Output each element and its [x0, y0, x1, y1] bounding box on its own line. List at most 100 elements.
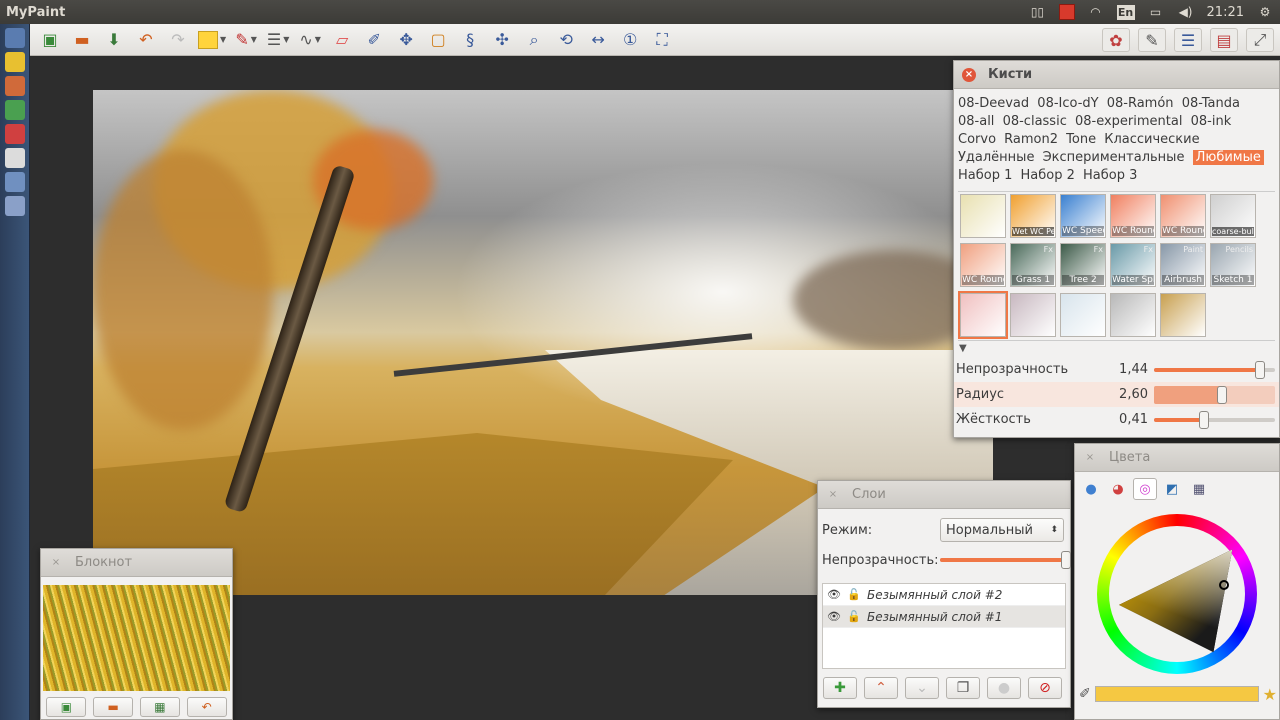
fullscreen-icon[interactable]: ⤢ [1246, 28, 1274, 52]
open-folder-icon[interactable]: ▬ [70, 28, 94, 52]
radius-slider[interactable] [1154, 385, 1275, 404]
brush-group-set-2[interactable]: Набор 2 [1021, 168, 1075, 183]
layer-opacity-slider[interactable] [940, 551, 1071, 569]
current-color-swatch[interactable] [1094, 686, 1259, 702]
layer-row[interactable]: 👁 🔓 Безымянный слой #1 [823, 606, 1065, 628]
brush-thumbnail[interactable]: Wet WC Pencil [1010, 194, 1056, 238]
recording-indicator-icon[interactable] [1058, 4, 1075, 20]
zoom-icon[interactable]: ⌕ [522, 28, 546, 52]
fit-view-icon[interactable]: ⛶ [650, 28, 674, 52]
wifi-icon[interactable]: ◠ [1087, 4, 1105, 20]
browser-icon[interactable] [5, 100, 25, 120]
brush-group-08-ico-dy[interactable]: 08-Ico-dY [1037, 96, 1098, 111]
notes-icon[interactable] [5, 52, 25, 72]
favorite-star-icon[interactable]: ★ [1263, 685, 1277, 704]
merge-layer-button[interactable]: ● [987, 677, 1021, 699]
brush-thumbnail[interactable]: WC Round J1 [1110, 194, 1156, 238]
scratchpad-canvas[interactable] [43, 585, 230, 691]
eyedropper-icon[interactable]: ✐ [362, 28, 386, 52]
brush-panel-toggle-icon[interactable]: ✎ [1138, 28, 1166, 52]
brush-thumbnail[interactable]: Pencils Sketch 1 [1210, 243, 1256, 288]
brush-group-ramon2[interactable]: Ramon2 [1004, 132, 1058, 147]
layers-panel-toggle-icon[interactable]: ☰ [1174, 28, 1202, 52]
brush-group-classic-ru[interactable]: Классические [1104, 132, 1199, 147]
brush-selector-icon[interactable]: ✎ ▼ [234, 28, 258, 52]
brush-settings-expander-icon[interactable]: ▼ [959, 343, 1279, 357]
stroke-icon[interactable]: ∿ ▼ [298, 28, 322, 52]
brush-thumbnail[interactable]: Fx Water Spl [1110, 243, 1156, 288]
close-icon[interactable]: × [1083, 451, 1097, 465]
save-icon[interactable]: ⬇ [102, 28, 126, 52]
color-panel-toggle-icon[interactable]: ✿ [1102, 28, 1130, 52]
clock[interactable]: 21:21 [1207, 5, 1244, 20]
reset-view-icon[interactable]: ① [618, 28, 642, 52]
revert-scratchpad-button[interactable]: ↶ [186, 697, 227, 717]
redo-icon[interactable]: ↷ [166, 28, 190, 52]
brush-group-experimental-ru[interactable]: Экспериментальные [1043, 150, 1185, 165]
close-icon[interactable]: × [49, 556, 63, 570]
visibility-eye-icon[interactable]: 👁 [827, 610, 841, 623]
palette-tab-icon[interactable]: ◩ [1160, 478, 1184, 500]
brush-group-08-tanda[interactable]: 08-Tanda [1182, 96, 1240, 111]
brush-group-08-ramon[interactable]: 08-Ramón [1107, 96, 1174, 111]
brush-thumbnail[interactable]: Fx Tree 2 [1060, 243, 1106, 288]
brush-thumbnail[interactable] [1110, 292, 1156, 337]
close-icon[interactable]: × [826, 488, 840, 502]
eraser-icon[interactable]: ▱ [330, 28, 354, 52]
add-layer-button[interactable]: ✚ [823, 677, 857, 699]
lock-icon[interactable]: 🔓 [847, 610, 861, 623]
brush-group-08-experimental[interactable]: 08-experimental [1075, 114, 1182, 129]
mypaint-icon[interactable] [5, 196, 25, 216]
new-document-icon[interactable]: ▣ [38, 28, 62, 52]
eyedropper-icon[interactable]: ✐ [1079, 686, 1091, 702]
brush-thumbnail[interactable] [1160, 292, 1206, 337]
image-viewer-icon[interactable] [5, 172, 25, 192]
brush-group-tone[interactable]: Tone [1066, 132, 1096, 147]
new-scratchpad-button[interactable]: ▣ [46, 697, 87, 717]
volume-icon[interactable]: ◀) [1177, 4, 1195, 20]
color-swatch-icon[interactable]: ▼ [198, 28, 226, 52]
pan-icon[interactable]: ✥ [394, 28, 418, 52]
symmetry-icon[interactable]: § [458, 28, 482, 52]
brush-thumbnail[interactable] [960, 194, 1006, 238]
brush-group-set-1[interactable]: Набор 1 [958, 168, 1012, 183]
scratchpad-panel-toggle-icon[interactable]: ▤ [1210, 28, 1238, 52]
open-scratchpad-button[interactable]: ▬ [93, 697, 134, 717]
battery-icon[interactable]: ▭ [1147, 4, 1165, 20]
brush-group-08-classic[interactable]: 08-classic [1003, 114, 1067, 129]
duplicate-layer-button[interactable]: ❐ [946, 677, 980, 699]
delete-layer-button[interactable]: ⊘ [1028, 677, 1062, 699]
brush-group-set-3[interactable]: Набор 3 [1083, 168, 1137, 183]
brush-thumbnail[interactable]: WC Speed II [1060, 194, 1106, 238]
component-sliders-tab-icon[interactable]: ◕ [1106, 478, 1130, 500]
brush-group-08-deevad[interactable]: 08-Deevad [958, 96, 1029, 111]
frame-icon[interactable]: ▢ [426, 28, 450, 52]
undo-icon[interactable]: ↶ [134, 28, 158, 52]
document-icon[interactable] [5, 148, 25, 168]
brush-thumbnail[interactable]: Fx Grass 1 [1010, 243, 1056, 288]
adjust-icon[interactable]: ☰ ▼ [266, 28, 290, 52]
brush-thumbnail[interactable]: coarse-bulk-1 [1210, 194, 1256, 238]
flip-icon[interactable]: ↔ [586, 28, 610, 52]
hardness-slider[interactable] [1154, 410, 1275, 429]
keyboard-language-indicator[interactable]: En [1116, 4, 1135, 20]
brush-group-corvo[interactable]: Corvo [958, 132, 996, 147]
hue-wheel[interactable] [1097, 514, 1257, 674]
layer-row[interactable]: 👁 🔓 Безымянный слой #2 [823, 584, 1065, 606]
move-layer-down-button[interactable]: ⌄ [905, 677, 939, 699]
close-icon[interactable]: × [962, 67, 976, 82]
swatches-tab-icon[interactable]: ▦ [1187, 478, 1211, 500]
save-scratchpad-button[interactable]: ▦ [139, 697, 180, 717]
brush-group-favorites[interactable]: Любимые [1192, 150, 1264, 165]
brush-group-08-all[interactable]: 08-all [958, 114, 994, 129]
blend-mode-select[interactable]: Нормальный ⬍ [940, 518, 1064, 542]
hardness-slider-knob[interactable] [1198, 410, 1209, 429]
brush-thumbnail[interactable]: WC Round J3 [960, 243, 1006, 288]
opacity-slider[interactable] [1154, 360, 1275, 379]
settings-gear-icon[interactable]: ⚙ [1256, 4, 1274, 20]
rotate-icon[interactable]: ⟲ [554, 28, 578, 52]
dash-icon[interactable] [5, 28, 25, 48]
app-icon[interactable] [5, 124, 25, 144]
move-layer-up-button[interactable]: ⌃ [864, 677, 898, 699]
color-marker[interactable] [1219, 580, 1229, 590]
